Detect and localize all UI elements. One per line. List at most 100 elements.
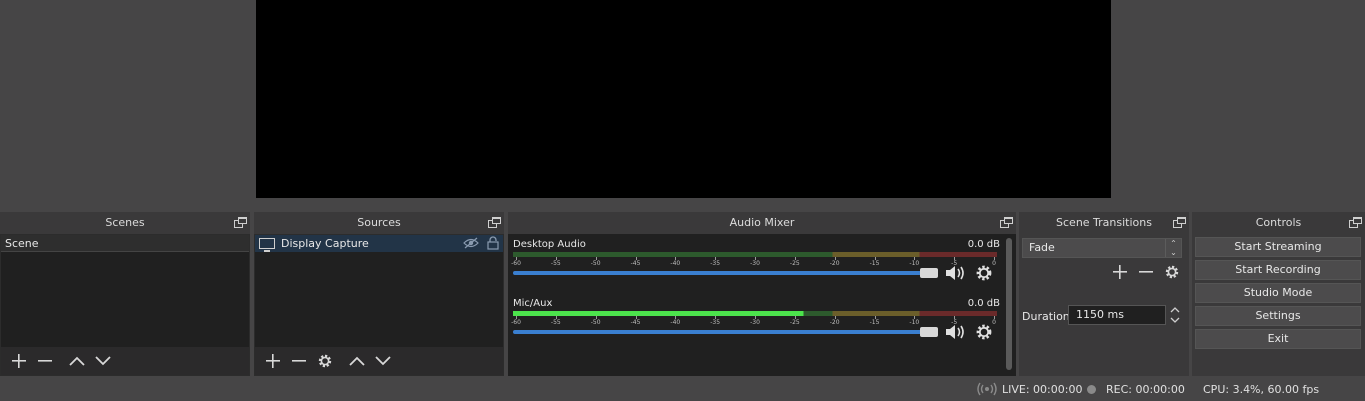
audio-mixer-dock: Audio Mixer Desktop Audio 0.0 dB -60 -55 -… xyxy=(508,212,1016,376)
scenes-list: Scene xyxy=(0,234,250,376)
sources-title: Sources xyxy=(254,212,504,234)
meter-tick-label: -15 xyxy=(869,260,880,267)
meter-tick-label: -25 xyxy=(789,260,800,267)
monitor-icon xyxy=(259,238,275,252)
preview-area xyxy=(0,0,1365,209)
scene-transitions-dock: Scene Transitions Fade ⌃ ⌄ Duration 1150 … xyxy=(1019,212,1189,376)
meter-tick-label: -35 xyxy=(710,260,721,267)
meter-tick-label: -30 xyxy=(750,260,760,267)
channel-name: Desktop Audio xyxy=(513,239,586,250)
mixer-title: Audio Mixer xyxy=(508,212,1016,234)
meter-tick-label: -45 xyxy=(630,260,641,267)
eye-hidden-icon[interactable] xyxy=(463,237,479,249)
source-item[interactable]: Display Capture xyxy=(255,235,503,252)
live-status: LIVE: 00:00:00 xyxy=(1002,383,1083,396)
float-icon[interactable] xyxy=(1173,217,1186,229)
chevron-up-icon[interactable] xyxy=(64,349,90,373)
float-icon[interactable] xyxy=(488,217,501,229)
lock-icon[interactable] xyxy=(487,236,499,250)
volume-slider[interactable] xyxy=(513,330,923,334)
chevron-up-icon[interactable] xyxy=(344,349,370,373)
meter-tick-label: -20 xyxy=(829,260,840,267)
studio-mode-button[interactable]: Studio Mode xyxy=(1195,283,1361,303)
start-recording-button[interactable]: Start Recording xyxy=(1195,260,1361,280)
chevron-updown-icon: ⌃ ⌄ xyxy=(1165,239,1181,257)
meter-ticks: -60 -55 -50 -45 -40 -35 -30 -25 -20 -15 -10 -5 0 xyxy=(511,316,997,326)
plus-icon[interactable] xyxy=(1109,262,1131,282)
meter-tick-label: -60 xyxy=(511,260,521,267)
float-icon[interactable] xyxy=(1000,217,1013,229)
gear-icon[interactable] xyxy=(975,323,993,341)
channel-db: 0.0 dB xyxy=(967,239,1000,250)
transitions-title-label: Scene Transitions xyxy=(1056,216,1152,229)
duration-spinner[interactable] xyxy=(1168,305,1182,325)
float-icon[interactable] xyxy=(1349,217,1362,229)
meter-tick-label: -55 xyxy=(550,260,561,267)
channel-desktop-audio: Desktop Audio 0.0 dB -60 -55 -50 -45 -40 -35 -… xyxy=(511,237,1000,297)
minus-icon[interactable] xyxy=(32,349,58,373)
channel-db: 0.0 dB xyxy=(967,298,1000,309)
scenes-dock: Scenes Scene xyxy=(0,212,250,376)
broadcast-icon xyxy=(977,382,997,396)
meter-tick-label: -50 xyxy=(590,260,601,267)
mixer-scrollbar[interactable] xyxy=(1006,238,1012,370)
settings-button[interactable]: Settings xyxy=(1195,306,1361,326)
mixer-title-label: Audio Mixer xyxy=(729,216,795,229)
channel-name: Mic/Aux xyxy=(513,298,553,309)
meter-tick-label: -50 xyxy=(590,319,601,326)
speaker-icon[interactable] xyxy=(944,323,968,341)
minus-icon[interactable] xyxy=(1135,262,1157,282)
transition-buttons xyxy=(1109,262,1183,282)
transition-select[interactable]: Fade ⌃ ⌄ xyxy=(1022,238,1182,258)
scene-item[interactable]: Scene xyxy=(1,235,249,252)
sources-dock: Sources Display Capture xyxy=(254,212,504,376)
controls-body: Start Streaming Start Recording Studio M… xyxy=(1192,234,1365,376)
speaker-icon[interactable] xyxy=(944,264,968,282)
meter-tick-label: -60 xyxy=(511,319,521,326)
meter-tick-label: -40 xyxy=(670,319,681,326)
plus-icon[interactable] xyxy=(260,349,286,373)
meter-tick-label: -10 xyxy=(909,260,920,267)
duration-input[interactable]: 1150 ms xyxy=(1068,305,1166,325)
transition-select-value: Fade xyxy=(1029,241,1055,254)
sources-list: Display Capture xyxy=(254,234,504,376)
scenes-toolbar xyxy=(1,347,249,375)
scenes-title-label: Scenes xyxy=(105,216,145,229)
volume-slider-handle[interactable] xyxy=(920,268,938,278)
source-item-label: Display Capture xyxy=(281,237,369,250)
meter-ticks: -60 -55 -50 -45 -40 -35 -30 -25 -20 -15 -10 -5 0 xyxy=(511,257,997,267)
float-icon[interactable] xyxy=(234,217,247,229)
transitions-title: Scene Transitions xyxy=(1019,212,1189,234)
cpu-status: CPU: 3.4%, 60.00 fps xyxy=(1203,383,1320,396)
sources-title-label: Sources xyxy=(357,216,401,229)
meter-tick-label: -40 xyxy=(670,260,681,267)
sources-toolbar xyxy=(255,347,503,375)
scenes-title: Scenes xyxy=(0,212,250,234)
chevron-down-icon[interactable] xyxy=(370,349,396,373)
meter-tick-label: -55 xyxy=(550,319,561,326)
meter-tick-label: -25 xyxy=(789,319,800,326)
controls-title: Controls xyxy=(1192,212,1365,234)
channel-mic-aux: Mic/Aux 0.0 dB -60 -55 -50 -45 -40 -35 -30 -25 -… xyxy=(511,296,1000,356)
volume-slider-handle[interactable] xyxy=(920,327,938,337)
meter-tick-label: -20 xyxy=(829,319,840,326)
chevron-down-icon[interactable] xyxy=(90,349,116,373)
meter-tick-label: -30 xyxy=(750,319,760,326)
rec-status: REC: 00:00:00 xyxy=(1106,383,1185,396)
controls-dock: Controls Start Streaming Start Recording… xyxy=(1192,212,1365,376)
gear-icon[interactable] xyxy=(975,264,993,282)
gear-icon[interactable] xyxy=(1161,262,1183,282)
gear-icon[interactable] xyxy=(312,349,338,373)
meter-tick-label: -45 xyxy=(630,319,641,326)
meter-tick-label: -35 xyxy=(710,319,721,326)
start-streaming-button[interactable]: Start Streaming xyxy=(1195,237,1361,257)
volume-slider[interactable] xyxy=(513,271,923,275)
plus-icon[interactable] xyxy=(6,349,32,373)
minus-icon[interactable] xyxy=(286,349,312,373)
preview-canvas[interactable] xyxy=(256,0,1111,198)
duration-label: Duration xyxy=(1022,310,1070,323)
meter-tick-label: -15 xyxy=(869,319,880,326)
mixer-body: Desktop Audio 0.0 dB -60 -55 -50 -45 -40 -35 -… xyxy=(508,234,1016,376)
exit-button[interactable]: Exit xyxy=(1195,329,1361,349)
record-dot-icon xyxy=(1087,385,1096,394)
